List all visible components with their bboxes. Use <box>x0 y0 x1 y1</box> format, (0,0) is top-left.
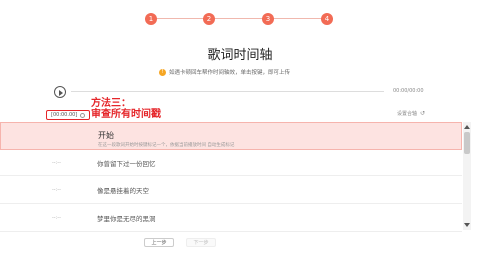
lyric-time: --:-- <box>52 160 61 166</box>
next-step-button[interactable]: 下一步 <box>186 238 216 247</box>
play-icon[interactable] <box>54 86 66 98</box>
lyric-text: 开始 <box>98 131 114 140</box>
playback-time: 00:00/00:00 <box>393 88 424 94</box>
lyric-time: --:-- <box>52 187 61 193</box>
info-icon: ! <box>159 68 166 76</box>
tip-text: 如遇卡顿回车帮作时间轴效，单击按键，即可上传 <box>169 70 291 76</box>
scroll-thumb[interactable] <box>464 132 470 154</box>
lyric-row-active[interactable]: 开始 在这一段歌词开始时按键标记一个，依据当前播放时间 自动生成标记 <box>0 122 462 150</box>
tip-message: ! 如遇卡顿回车帮作时间轴效，单击按键，即可上传 <box>159 67 290 77</box>
step-4[interactable]: 4 <box>321 13 333 25</box>
scroll-up-icon[interactable] <box>464 125 470 129</box>
page-title: 歌词时间轴 <box>207 48 273 63</box>
lyric-text: 你曾留下过一份回忆 <box>97 160 156 168</box>
lyrics-timeline-editor: 1 2 3 4 歌词时间轴 ! 如遇卡顿回车帮作时间轴效，单击按键，即可上传 0… <box>0 0 480 270</box>
annotation-line-1: 方法三： <box>91 98 131 109</box>
refresh-icon[interactable] <box>80 112 86 118</box>
lyric-row[interactable]: --:-- 你曾留下过一份回忆 <box>0 150 462 176</box>
previous-step-button[interactable]: 上一步 <box>144 238 174 247</box>
annotation-overlay: 方法三： 审查所有时间戳 <box>91 98 161 120</box>
scroll-down-icon[interactable] <box>464 223 470 227</box>
current-time-chip[interactable]: [00:00.00] <box>46 110 91 120</box>
step-3[interactable]: 3 <box>262 13 274 25</box>
lyric-time: --:-- <box>52 215 61 221</box>
lyric-text: 梦里你是无尽的黑洞 <box>97 215 156 223</box>
lyric-text: 像是悬挂着的天空 <box>97 187 149 195</box>
step-1[interactable]: 1 <box>145 13 157 25</box>
reset-label: 设置合轴 <box>397 111 418 117</box>
step-2[interactable]: 2 <box>203 13 215 25</box>
progress-stepper: 1 2 3 4 <box>145 13 333 25</box>
undo-icon: ↺ <box>420 110 426 117</box>
current-time-value: [00:00.00] <box>51 112 78 118</box>
annotation-line-2: 审查所有时间戳 <box>91 109 161 120</box>
stepper-line <box>151 18 327 19</box>
playback-progress-bar[interactable] <box>71 91 384 92</box>
lyrics-scrollbar[interactable] <box>463 122 471 230</box>
lyric-hint: 在这一段歌词开始时按键标记一个，依据当前播放时间 自动生成标记 <box>98 143 235 148</box>
lyric-row[interactable]: --:-- 像是悬挂着的天空 <box>0 176 462 204</box>
lyric-row[interactable]: --:-- 梦里你是无尽的黑洞 <box>0 204 462 232</box>
lyrics-list: 开始 在这一段歌词开始时按键标记一个，依据当前播放时间 自动生成标记 --:--… <box>0 122 474 232</box>
reset-timeline-button[interactable]: 设置合轴 ↺ <box>397 110 425 117</box>
